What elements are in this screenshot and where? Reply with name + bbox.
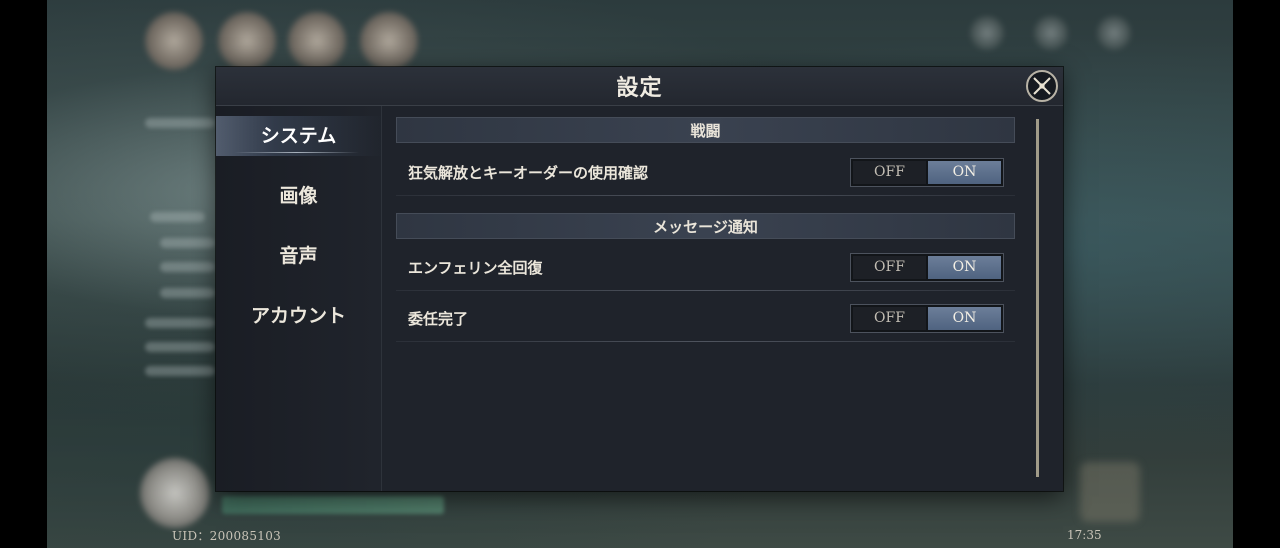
delegation-complete-toggle: OFF ON <box>850 304 1004 333</box>
settings-sidebar: システム 画像 音声 アカウント <box>216 106 382 491</box>
party-avatar-2 <box>218 12 276 70</box>
bg-text-blur <box>160 262 215 272</box>
row-divider <box>396 341 1015 342</box>
toggle-off-option[interactable]: OFF <box>853 161 926 184</box>
menu-icon-3 <box>1097 16 1131 50</box>
party-avatar-3 <box>288 12 346 70</box>
hp-bar <box>222 496 444 514</box>
bg-text-blur <box>160 288 215 298</box>
section-header-notifications: メッセージ通知 <box>396 213 1015 239</box>
clock: 17:35 <box>1067 528 1102 542</box>
bg-text-blur <box>145 366 215 376</box>
menu-icon-2 <box>1034 16 1068 50</box>
bottom-right-icon <box>1080 462 1140 522</box>
setting-label: 狂気解放とキーオーダーの使用確認 <box>408 164 649 182</box>
enkephalin-recovery-toggle: OFF ON <box>850 253 1004 282</box>
toggle-off-option[interactable]: OFF <box>853 256 926 279</box>
toggle-on-option[interactable]: ON <box>928 256 1001 279</box>
section-header-battle: 戦闘 <box>396 117 1015 143</box>
dialog-title: 設定 <box>616 75 663 101</box>
close-button[interactable] <box>1026 70 1058 102</box>
scrollbar[interactable] <box>1036 119 1039 477</box>
dialog-titlebar: 設定 <box>216 67 1063 106</box>
player-avatar <box>140 458 210 528</box>
toggle-on-option[interactable]: ON <box>928 161 1001 184</box>
bg-text-blur <box>145 342 215 352</box>
toggle-on-option[interactable]: ON <box>928 307 1001 330</box>
party-avatar-4 <box>360 12 418 70</box>
bg-text-blur <box>145 318 215 328</box>
setting-label: 委任完了 <box>408 310 469 328</box>
menu-icon-1 <box>970 16 1004 50</box>
setting-row-delegation-complete: 委任完了 OFF ON <box>396 298 1015 342</box>
setting-row-enkephalin-recovery: エンフェリン全回復 OFF ON <box>396 247 1015 291</box>
sidebar-item-account[interactable]: アカウント <box>216 296 381 336</box>
sidebar-item-graphics[interactable]: 画像 <box>216 176 381 216</box>
party-avatar-1 <box>145 12 203 70</box>
bg-text-blur <box>145 118 215 128</box>
toggle-off-option[interactable]: OFF <box>853 307 926 330</box>
sidebar-item-sound[interactable]: 音声 <box>216 236 381 276</box>
bg-text-blur <box>150 212 205 222</box>
uid-label: UID：200085103 <box>172 529 282 543</box>
row-divider <box>396 290 1015 291</box>
close-icon <box>1033 77 1051 95</box>
setting-label: エンフェリン全回復 <box>408 259 543 277</box>
madness-confirm-toggle: OFF ON <box>850 158 1004 187</box>
row-divider <box>396 195 1015 196</box>
sidebar-item-system[interactable]: システム <box>216 116 381 156</box>
setting-row-madness-confirm: 狂気解放とキーオーダーの使用確認 OFF ON <box>396 152 1015 196</box>
bg-text-blur <box>160 238 215 248</box>
settings-dialog: 設定 システム 画像 音声 アカウント 戦闘 狂気解放とキーオーダーの使用確認 … <box>216 67 1063 491</box>
